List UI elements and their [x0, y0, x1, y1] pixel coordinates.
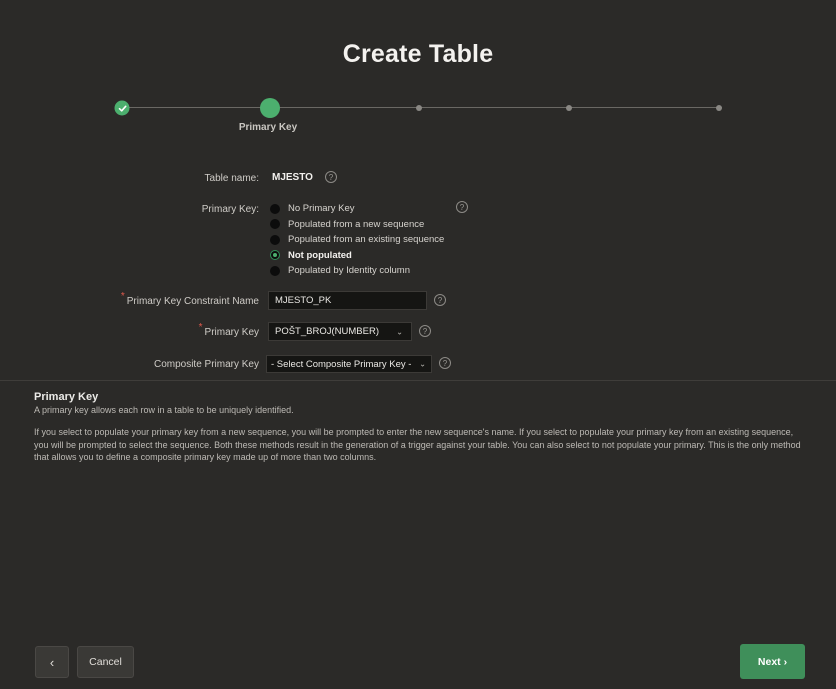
composite-key-label: Composite Primary Key — [153, 359, 259, 370]
primary-key-help-icon[interactable]: ? — [419, 325, 431, 337]
radio-button-icon[interactable] — [270, 234, 280, 245]
current-step-label: Primary Key — [238, 122, 298, 133]
chevron-down-icon: ⌄ — [396, 327, 403, 336]
step-future-3 — [416, 105, 422, 111]
radio-no-primary-key[interactable]: No Primary Key — [270, 201, 444, 217]
primary-key-radio-group: No Primary Key Populated from a new sequ… — [270, 201, 444, 279]
composite-key-help-icon[interactable]: ? — [439, 357, 451, 369]
primary-key-select[interactable]: POŠT_BROJ(NUMBER) ⌄ — [268, 322, 412, 341]
primary-key-options-help-icon[interactable]: ? — [456, 201, 468, 213]
chevron-left-icon: ‹ — [49, 654, 55, 670]
radio-button-icon[interactable] — [270, 219, 280, 230]
radio-identity-column[interactable]: Populated by Identity column — [270, 263, 444, 279]
required-asterisk: * — [120, 291, 125, 302]
radio-button-icon[interactable] — [270, 265, 280, 276]
primary-key-label: * Primary Key — [198, 322, 259, 338]
composite-key-select[interactable]: - Select Composite Primary Key - ⌄ — [266, 355, 432, 373]
step-completed-check-icon — [114, 100, 130, 116]
radio-new-sequence[interactable]: Populated from a new sequence — [270, 217, 444, 233]
step-current — [260, 98, 280, 118]
help-title: Primary Key — [34, 391, 99, 403]
radio-not-populated[interactable]: Not populated — [270, 248, 444, 264]
radio-button-icon[interactable] — [270, 203, 280, 214]
section-divider — [0, 380, 836, 381]
constraint-name-help-icon[interactable]: ? — [434, 294, 446, 306]
required-asterisk: * — [198, 322, 203, 333]
progress-track — [122, 107, 722, 108]
table-name-value: MJESTO — [272, 171, 313, 183]
chevron-down-icon: ⌄ — [419, 359, 426, 369]
cancel-button[interactable]: Cancel — [77, 646, 134, 678]
table-name-label: Table name: — [204, 173, 259, 184]
primary-key-options-label: Primary Key: — [201, 204, 259, 215]
constraint-name-input[interactable]: MJESTO_PK — [268, 291, 427, 310]
table-name-help-icon[interactable]: ? — [324, 171, 337, 183]
help-body: If you select to populate your primary k… — [34, 427, 801, 462]
radio-existing-sequence[interactable]: Populated from an existing sequence — [270, 232, 444, 248]
wizard-progress: Primary Key — [114, 98, 723, 138]
radio-button-selected-icon[interactable] — [270, 250, 280, 261]
dialog-title: Create Table — [342, 40, 494, 68]
constraint-name-label: * Primary Key Constraint Name — [120, 291, 259, 307]
next-button[interactable]: Next › — [740, 644, 805, 679]
back-button[interactable]: ‹ — [35, 646, 69, 678]
help-subtitle: A primary key allows each row in a table… — [34, 405, 294, 415]
step-future-5 — [716, 105, 722, 111]
step-future-4 — [566, 105, 572, 111]
